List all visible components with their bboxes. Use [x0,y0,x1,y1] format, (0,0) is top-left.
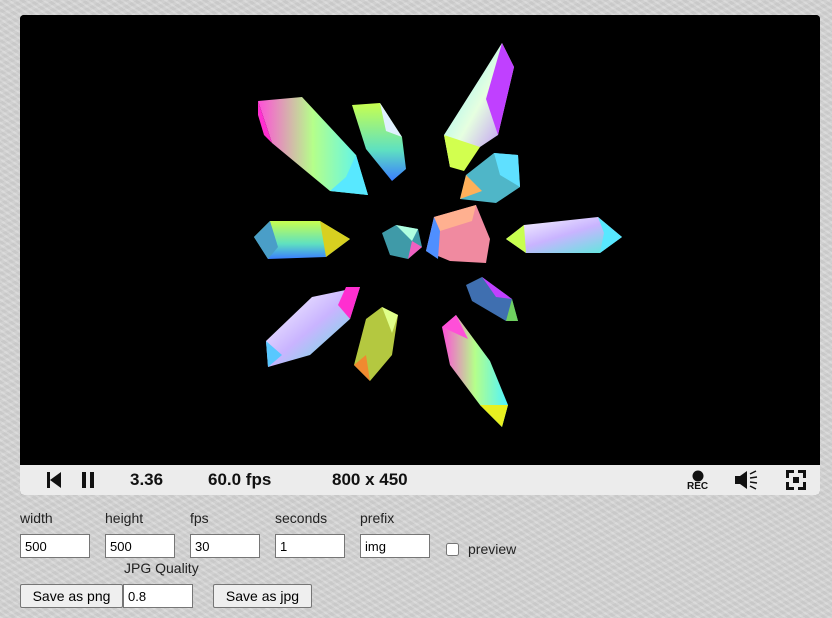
player-controls: 3.36 60.0 fps 800 x 450 REC [20,465,820,495]
width-label: width [20,510,53,526]
seconds-input[interactable] [275,534,345,558]
shader-player: 3.36 60.0 fps 800 x 450 REC [20,15,820,495]
fullscreen-button[interactable] [786,465,806,495]
resolution-readout: 800 x 450 [332,470,408,489]
crystal-center [426,205,490,263]
height-label: height [105,510,144,526]
pause-icon [82,472,94,488]
save-jpg-button[interactable]: Save as jpg [213,584,312,608]
crystal-top-left [258,97,368,195]
jpg-quality-input[interactable] [123,584,193,608]
crystal-bottom-mid [354,307,398,381]
fps-input[interactable] [190,534,260,558]
crystal-center-small [382,225,422,259]
pause-button[interactable] [82,465,94,495]
restart-button[interactable] [47,465,61,495]
crystal-left [254,221,350,259]
crystal-right [506,217,622,253]
crystal-bottom-left [266,287,360,367]
save-png-button[interactable]: Save as png [20,584,123,608]
crystal-top-right [444,43,514,171]
seconds-label: seconds [275,510,328,526]
fullscreen-icon [786,470,806,490]
audio-button[interactable] [734,465,760,495]
speaker-icon [735,470,758,490]
rec-label: REC [687,481,709,492]
preview-checkbox[interactable] [446,543,459,556]
crystal-right-lower [466,277,518,321]
time-readout: 3.36 [130,470,164,489]
height-input[interactable] [105,534,175,558]
preview-label: preview [468,541,517,557]
fps-label: fps [190,510,209,526]
jpg-quality-label: JPG Quality [124,560,199,576]
crystal-bottom-right [442,315,508,427]
prefix-label: prefix [360,510,395,526]
prefix-input[interactable] [360,534,430,558]
record-button[interactable]: REC [687,465,708,495]
render-canvas[interactable] [20,15,820,465]
width-input[interactable] [20,534,90,558]
fps-readout: 60.0 fps [208,470,272,489]
skip-back-icon [47,472,61,488]
